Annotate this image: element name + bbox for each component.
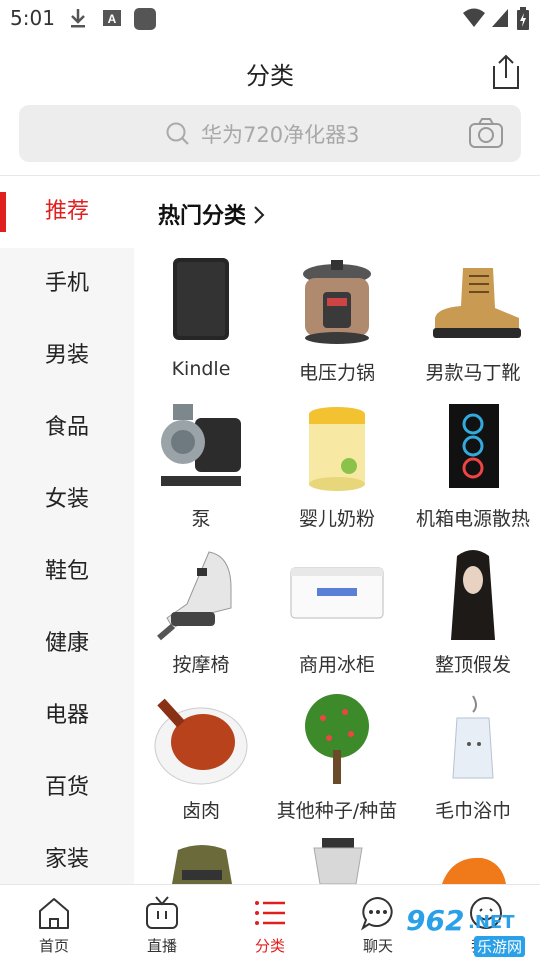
wifi-icon <box>463 8 485 27</box>
category-pc-case[interactable]: 机箱电源散热 <box>405 402 540 548</box>
sidebar-item-menswear[interactable]: 男装 <box>0 320 134 392</box>
category-kindle[interactable]: Kindle <box>133 256 269 402</box>
martin-boot-image <box>433 268 521 338</box>
pressure-cooker-image <box>303 260 371 344</box>
category-label: Kindle <box>171 358 231 380</box>
sidebar-item-general-goods[interactable]: 百货 <box>0 752 134 824</box>
chevron-right-icon[interactable] <box>252 205 266 225</box>
sidebar-item-food[interactable]: 食品 <box>0 392 134 464</box>
header: 分类 <box>0 40 540 102</box>
sidebar-item-label: 百货 <box>44 775 89 800</box>
sweater-image <box>172 845 232 884</box>
category-seeds-seedlings[interactable]: 其他种子/种苗 <box>269 694 405 840</box>
category-label: 卤肉 <box>181 800 220 822</box>
status-time: 5:01 <box>10 6 55 30</box>
massage-chair-image <box>157 551 232 641</box>
sidebar-item-label: 家装 <box>44 847 89 872</box>
active-indicator <box>0 192 6 232</box>
category-massage-chair[interactable]: 按摩椅 <box>133 548 269 694</box>
sidebar-item-shoes-bags[interactable]: 鞋包 <box>0 536 134 608</box>
watermark-net: .NET <box>468 912 515 933</box>
baby-formula-image <box>309 407 365 491</box>
category-label: 其他种子/种苗 <box>276 800 398 822</box>
tv-icon <box>146 896 178 929</box>
wig-image <box>451 550 495 640</box>
water-pump-image <box>161 404 241 486</box>
category-label: 商用冰柜 <box>298 654 375 676</box>
category-label: 机箱电源散热 <box>415 508 530 530</box>
seedling-tree-image <box>305 694 369 784</box>
signal-icon <box>492 9 508 27</box>
category-pressure-cooker[interactable]: 电压力锅 <box>269 256 405 402</box>
a-notification-icon: A <box>103 10 121 26</box>
battery-icon <box>517 7 529 30</box>
status-bar: 5:01 A <box>0 0 540 36</box>
watermark-text: 乐游网 <box>474 936 526 957</box>
sidebar-item-recommend[interactable]: 推荐 <box>0 176 134 248</box>
category-label: 婴儿奶粉 <box>298 508 375 530</box>
tab-home[interactable]: 首页 <box>0 885 108 961</box>
sidebar-item-label: 电器 <box>44 703 89 728</box>
sidebar-item-label: 鞋包 <box>44 559 89 584</box>
download-icon <box>71 9 85 28</box>
camera-icon[interactable] <box>468 117 504 149</box>
sidebar-item-label: 食品 <box>44 415 89 440</box>
sidebar-item-appliances[interactable]: 电器 <box>0 680 134 752</box>
sidebar-item-womenswear[interactable]: 女装 <box>0 464 134 536</box>
pc-case-image <box>449 404 499 488</box>
category-label: 泵 <box>191 508 211 530</box>
sidebar-item-label: 推荐 <box>44 199 89 224</box>
tab-label: 首页 <box>38 937 69 955</box>
sidebar-item-label: 女装 <box>44 487 89 512</box>
kindle-image <box>173 258 229 340</box>
home-icon <box>39 898 69 929</box>
sidebar-item-label: 健康 <box>44 631 89 656</box>
orange-product-image <box>442 857 506 884</box>
category-baby-formula[interactable]: 婴儿奶粉 <box>269 402 405 548</box>
chest-freezer-image <box>290 567 384 619</box>
category-label: 电压力锅 <box>298 362 375 384</box>
category-label: 按摩椅 <box>172 654 230 676</box>
sidebar-item-label: 手机 <box>44 271 89 296</box>
tab-label: 直播 <box>146 937 177 955</box>
tab-live[interactable]: 直播 <box>108 885 216 961</box>
category-label: 毛巾浴巾 <box>434 800 511 822</box>
category-martin-boots[interactable]: 男款马丁靴 <box>405 256 540 402</box>
tab-category[interactable]: 分类 <box>216 885 324 961</box>
braised-pork-image <box>154 698 248 785</box>
watermark-number: 962 <box>406 904 465 937</box>
search-input[interactable]: 华为720净化器3 <box>201 119 359 149</box>
category-wig[interactable]: 整顶假发 <box>405 548 540 694</box>
blender-image <box>313 838 363 884</box>
list-icon <box>255 901 285 925</box>
app-notification-icon <box>134 8 156 30</box>
category-label: 男款马丁靴 <box>425 362 521 384</box>
category-label: 整顶假发 <box>434 654 511 676</box>
sidebar-item-phones[interactable]: 手机 <box>0 248 134 320</box>
site-watermark: 962 .NET 乐游网 <box>398 902 538 958</box>
page-title: 分类 <box>246 62 294 90</box>
category-braised-meat[interactable]: 卤肉 <box>133 694 269 840</box>
search-bar[interactable]: 华为720净化器3 <box>19 105 521 162</box>
svg-text:A: A <box>108 12 117 26</box>
chat-icon <box>360 896 393 931</box>
sidebar-item-health[interactable]: 健康 <box>0 608 134 680</box>
category-pump[interactable]: 泵 <box>133 402 269 548</box>
section-title[interactable]: 热门分类 <box>158 198 246 230</box>
share-icon[interactable] <box>488 52 524 92</box>
category-freezer[interactable]: 商用冰柜 <box>269 548 405 694</box>
category-towels[interactable]: 毛巾浴巾 <box>405 694 540 840</box>
tab-label: 分类 <box>254 937 285 955</box>
sidebar-item-label: 男装 <box>44 343 89 368</box>
towel-image <box>452 695 494 779</box>
search-icon <box>166 122 189 145</box>
category-sidebar: 推荐 手机 男装 食品 女装 鞋包 健康 电器 百货 家装 <box>0 176 134 884</box>
